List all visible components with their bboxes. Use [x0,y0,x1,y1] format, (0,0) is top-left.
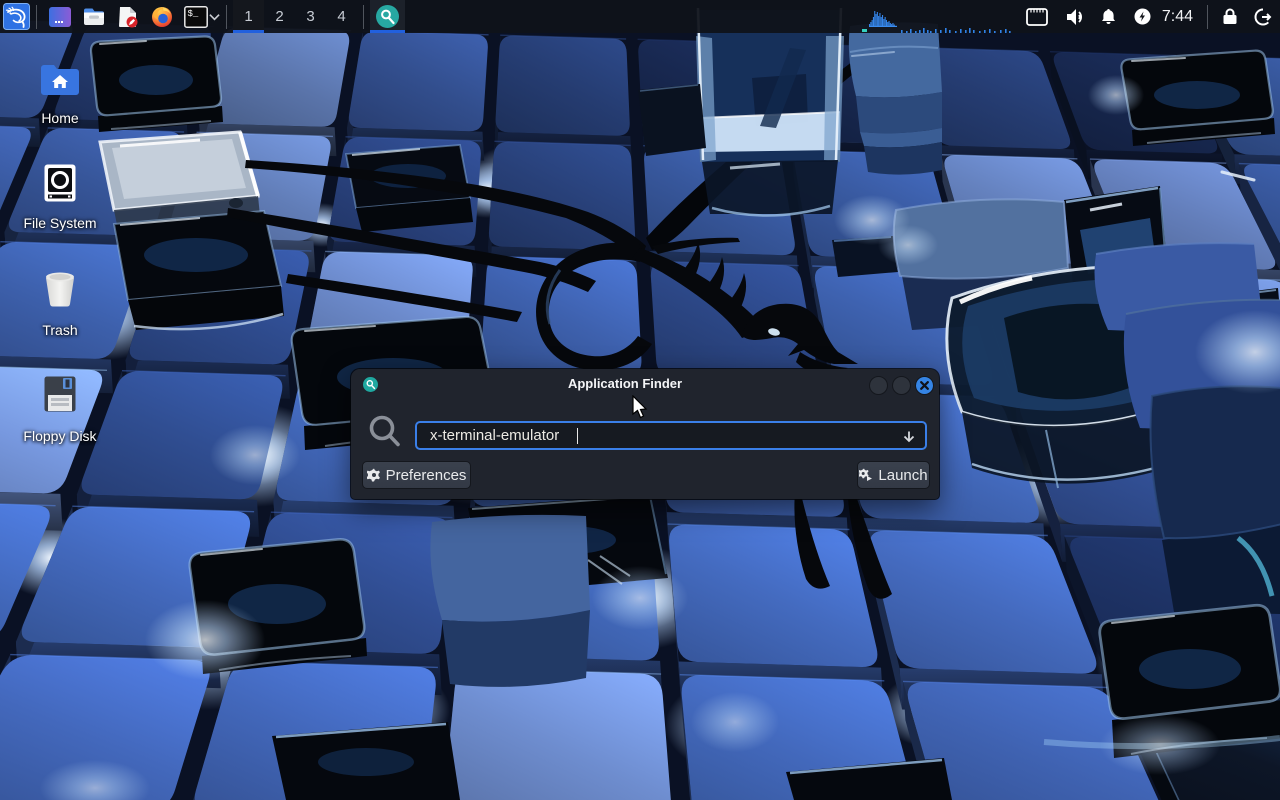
svg-text:$_: $_ [188,9,199,19]
